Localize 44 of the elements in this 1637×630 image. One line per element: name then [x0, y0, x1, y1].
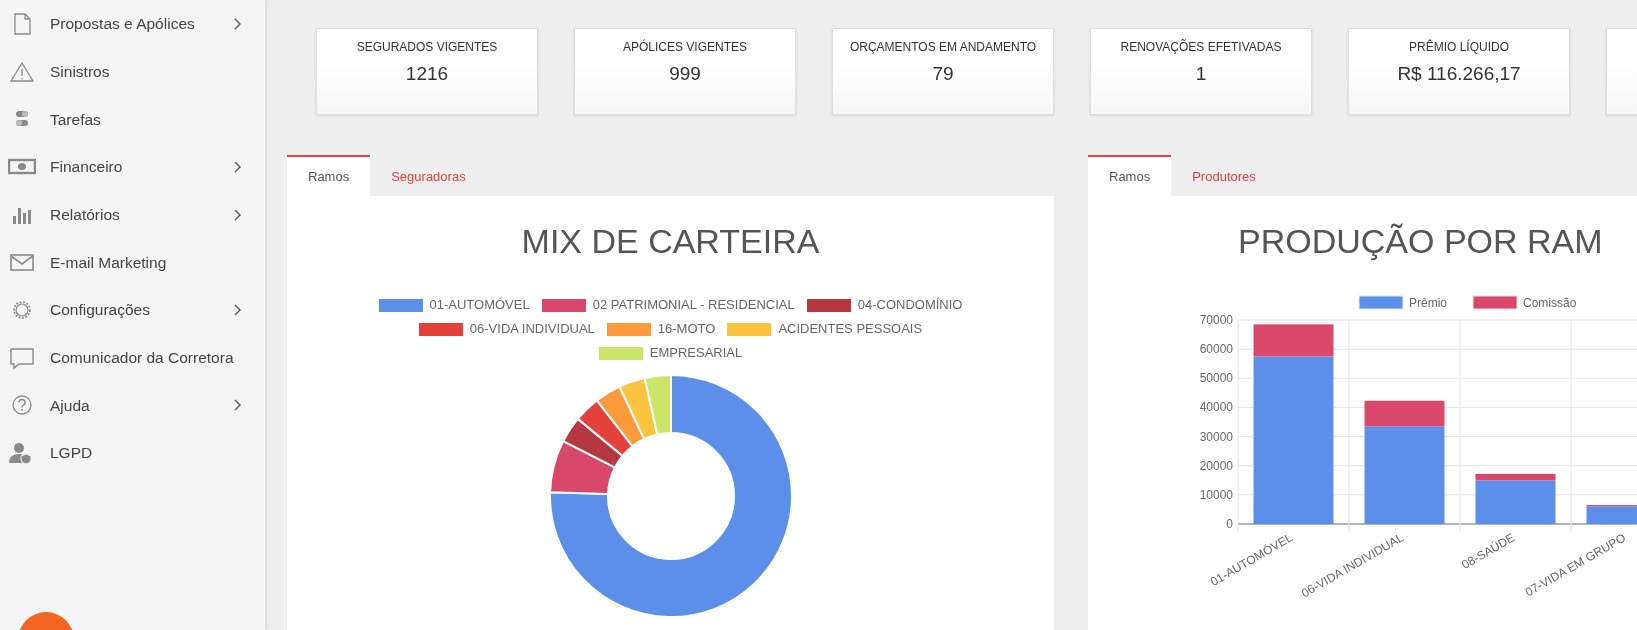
kpi-value: 79	[931, 62, 955, 86]
legend-label: 16-MOTO	[657, 320, 716, 339]
axis-tick-label: 40000	[1199, 400, 1233, 415]
axis-tick-label: 30000	[1199, 429, 1233, 444]
legend-label: Prêmio	[1409, 296, 1447, 310]
axis-tick-label: 70000	[1199, 313, 1233, 327]
kpi-value: 1	[1194, 62, 1208, 86]
sidebar-item[interactable]: Sinistros	[0, 47, 265, 96]
kpi-title: SEGURADOS VIGENTES	[355, 39, 499, 56]
axis-tick-label: 60000	[1199, 342, 1233, 357]
kpi-title: APÓLICES VIGENTES	[621, 38, 748, 56]
chart-title: PRODUÇÃO POR RAM	[1237, 221, 1604, 262]
kpi-value: 999	[668, 62, 702, 86]
sidebar-item[interactable]: E-mail Marketing	[0, 238, 265, 287]
sidebar-item[interactable]: Propostas e Apólices	[0, 0, 265, 48]
kpi-title: PRÊMIO LÍQUIDO	[1408, 38, 1510, 56]
axis-tick-label: 0	[1226, 517, 1233, 531]
speech-bubble-icon	[8, 345, 36, 370]
sidebar-item[interactable]: Comunicador da Corretora	[0, 333, 265, 382]
sidebar-item[interactable]: Relatórios	[0, 190, 265, 239]
legend-label: 02 PATRIMONIAL - RESIDENCIAL	[592, 296, 795, 315]
legend-label: 04-CONDOMÍNIO	[857, 296, 963, 315]
axis-tick-label: 50000	[1199, 371, 1233, 386]
legend-label: ACIDENTES PESSOAIS	[778, 320, 923, 339]
sidebar-item[interactable]: Ajuda	[0, 381, 265, 430]
sidebar-item[interactable]: Tarefas	[0, 95, 265, 144]
kpi-value: 1216	[404, 62, 450, 86]
kpi-title: ORÇAMENTOS EM ANDAMENTO	[848, 39, 1038, 56]
sidebar-item[interactable]: Financeiro	[0, 143, 265, 191]
tab[interactable]: Ramos	[287, 155, 371, 196]
sidebar-item[interactable]: Configurações	[0, 286, 265, 334]
chart-title: MIX DE CARTEIRA	[520, 221, 821, 262]
tab[interactable]: Produtores	[1171, 155, 1277, 196]
sidebar-item[interactable]: LGPD	[0, 429, 265, 477]
axis-tick-label: 20000	[1199, 458, 1233, 473]
tab[interactable]: Seguradoras	[370, 155, 487, 196]
axis-tick-label: 10000	[1199, 487, 1233, 502]
legend-label: Comissão	[1523, 296, 1577, 310]
kpi-value: R$ 116.266,17	[1396, 62, 1522, 86]
legend-label: 01-AUTOMÓVEL	[429, 296, 530, 315]
legend-label: EMPRESARIAL	[649, 344, 743, 363]
tab[interactable]: Ramos	[1088, 155, 1172, 196]
legend-label: 06-VIDA INDIVIDUAL	[469, 320, 595, 339]
kpi-title: RENOVAÇÕES EFETIVADAS	[1119, 38, 1283, 56]
